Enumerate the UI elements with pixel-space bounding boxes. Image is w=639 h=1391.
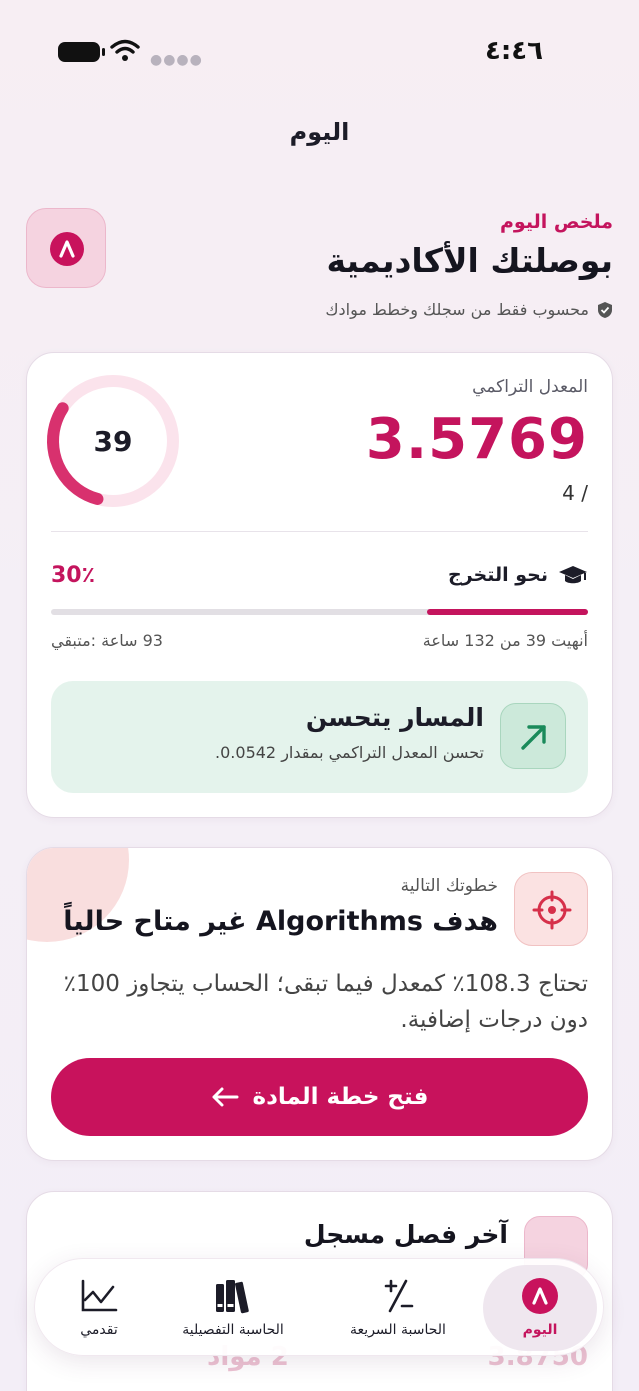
- graduation-progress-bar: [51, 609, 588, 615]
- tab-today[interactable]: اليوم: [483, 1265, 597, 1351]
- target-icon: [514, 872, 588, 946]
- graduation-label: نحو التخرج: [448, 564, 548, 586]
- verified-note: محسوب فقط من سجلك وخطط موادك: [325, 300, 613, 319]
- trend-banner[interactable]: المسار يتحسن تحسن المعدل التراكمي بمقدار…: [51, 681, 588, 793]
- tab-today-label: اليوم: [522, 1322, 558, 1338]
- app-logo: [26, 208, 106, 288]
- next-step-title: هدف Algorithms غير متاح حالياً: [63, 906, 498, 937]
- signal-icon: ●●●●: [150, 52, 203, 68]
- verified-note-text: محسوب فقط من سجلك وخطط موادك: [325, 300, 589, 319]
- trend-up-icon: [500, 703, 566, 769]
- trend-description: تحسن المعدل التراكمي بمقدار 0.0542.: [215, 743, 484, 762]
- gpa-card[interactable]: المعدل التراكمي 3.5769 4 / 39 نحو التخرج…: [26, 352, 613, 818]
- next-step-card: خطوتك التالية هدف Algorithms غير متاح حا…: [26, 847, 613, 1161]
- status-time: ٤:٤٦: [484, 36, 543, 66]
- tab-progress[interactable]: تقدمي: [49, 1265, 149, 1351]
- plus-minus-icon: [384, 1279, 414, 1313]
- tab-bar: اليوم الحاسبة السريعة الحاسبة التفصيلية …: [34, 1258, 604, 1356]
- open-course-plan-button[interactable]: فتح خطة المادة: [51, 1058, 588, 1136]
- summary-kicker: ملخص اليوم: [500, 211, 613, 233]
- compass-icon: [522, 1278, 558, 1314]
- next-step-description: تحتاج 108.3٪ كمعدل فيما تبقى؛ الحساب يتج…: [63, 971, 588, 1033]
- tab-detailed-calculator[interactable]: الحاسبة التفصيلية: [163, 1265, 303, 1351]
- compass-icon: [50, 232, 84, 266]
- shield-icon: [598, 301, 612, 318]
- summary-title: بوصلتك الأكاديمية: [326, 241, 613, 280]
- gpa-value: 3.5769: [365, 407, 588, 472]
- graduation-percent: 30٪: [51, 563, 96, 588]
- next-step-kicker: خطوتك التالية: [400, 876, 498, 896]
- battery-icon: [58, 42, 105, 62]
- last-term-title: آخر فصل مسجل: [303, 1220, 508, 1249]
- tab-quick-calculator[interactable]: الحاسبة السريعة: [343, 1265, 453, 1351]
- arrow-left-icon: [212, 1087, 239, 1107]
- tab-progress-label: تقدمي: [80, 1322, 118, 1338]
- books-icon: [216, 1280, 249, 1314]
- completed-hours-value: 39: [93, 424, 133, 458]
- tab-quick-calculator-label: الحاسبة السريعة: [350, 1322, 446, 1338]
- line-chart-icon: [81, 1279, 118, 1312]
- divider: [51, 531, 588, 532]
- tab-detailed-calculator-label: الحاسبة التفصيلية: [182, 1322, 284, 1338]
- graduation-progress-fill: [426, 609, 588, 615]
- status-bar: ٤:٤٦ ●●●●: [0, 0, 639, 100]
- gpa-scale: 4 /: [562, 481, 588, 505]
- wifi-icon: [110, 39, 140, 61]
- open-course-plan-label: فتح خطة المادة: [252, 1084, 429, 1110]
- trend-title: المسار يتحسن: [305, 703, 484, 732]
- gpa-label: المعدل التراكمي: [472, 377, 588, 397]
- graduation-row: نحو التخرج: [448, 563, 588, 587]
- hours-remaining: 93 ساعة :متبقي: [51, 631, 163, 650]
- page-title: اليوم: [289, 118, 350, 146]
- hours-completed: أنهيت 39 من 132 ساعة: [422, 631, 588, 650]
- graduation-cap-icon: [559, 566, 587, 584]
